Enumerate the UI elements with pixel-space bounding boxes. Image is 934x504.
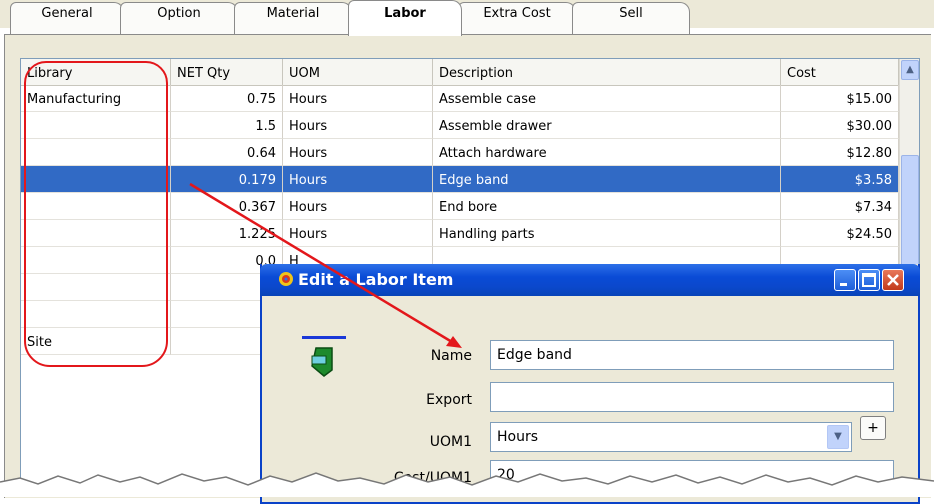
close-icon[interactable] (882, 269, 904, 291)
cell-cost: $30.00 (781, 112, 899, 139)
app-icon (279, 272, 293, 286)
cell-net-qty: 0.179 (171, 166, 283, 193)
dialog-title: Edit a Labor Item (298, 270, 454, 289)
add-uom-button[interactable]: + (860, 416, 886, 440)
column-header-uom[interactable]: UOM (283, 59, 433, 85)
cell-cost: $3.58 (781, 166, 899, 193)
tab-labor[interactable]: Labor (348, 0, 462, 36)
name-field[interactable]: Edge band (490, 340, 894, 370)
cell-library (21, 220, 171, 247)
tab-material[interactable]: Material (234, 2, 352, 34)
uom1-select[interactable]: Hours ▼ (490, 422, 852, 452)
column-header-net-qty[interactable]: NET Qty (171, 59, 283, 85)
cell-description: Handling parts (433, 220, 781, 247)
cell-description: Attach hardware (433, 139, 781, 166)
cell-library: Site (21, 328, 171, 355)
cell-cost: $24.50 (781, 220, 899, 247)
cell-library (21, 112, 171, 139)
cell-library (21, 139, 171, 166)
uom1-value: Hours (497, 429, 539, 445)
labor-item-icon (302, 336, 346, 377)
maximize-icon[interactable] (858, 269, 880, 291)
torn-edge (0, 472, 934, 497)
cell-library (21, 274, 171, 301)
table-row[interactable]: 0.367 Hours End bore $7.34 (21, 193, 899, 220)
cell-cost: $15.00 (781, 85, 899, 112)
tab-bar: General Option Material Labor Extra Cost… (0, 0, 934, 36)
cell-description: Assemble drawer (433, 112, 781, 139)
cell-description: End bore (433, 193, 781, 220)
column-header-cost[interactable]: Cost (781, 59, 899, 85)
cell-net-qty: 0.75 (171, 85, 283, 112)
dropdown-arrow-icon[interactable]: ▼ (827, 425, 849, 449)
cell-cost: $12.80 (781, 139, 899, 166)
cell-uom: Hours (283, 85, 433, 112)
tab-extra-cost[interactable]: Extra Cost (458, 2, 576, 34)
cell-net-qty: 1.225 (171, 220, 283, 247)
dialog-titlebar[interactable]: Edit a Labor Item (260, 264, 920, 296)
table-row[interactable]: 0.179 Hours Edge band $3.58 (21, 166, 899, 193)
cell-uom: Hours (283, 193, 433, 220)
table-row[interactable]: 1.225 Hours Handling parts $24.50 (21, 220, 899, 247)
tab-general[interactable]: General (10, 2, 124, 34)
export-label: Export (426, 392, 472, 408)
column-header-library[interactable]: Library (21, 59, 171, 85)
cell-cost: $7.34 (781, 193, 899, 220)
table-row[interactable]: Manufacturing 0.75 Hours Assemble case $15.0… (21, 85, 899, 112)
name-label: Name (430, 348, 472, 364)
table-row[interactable]: 0.64 Hours Attach hardware $12.80 (21, 139, 899, 166)
cell-net-qty: 0.64 (171, 139, 283, 166)
tab-sell[interactable]: Sell (572, 2, 690, 34)
cell-library (21, 247, 171, 274)
table-row[interactable]: 1.5 Hours Assemble drawer $30.00 (21, 112, 899, 139)
export-field[interactable] (490, 382, 894, 412)
column-header-description[interactable]: Description (433, 59, 781, 85)
cell-library (21, 166, 171, 193)
cell-uom: Hours (283, 220, 433, 247)
grid-header: Library NET Qty UOM Description Cost (21, 59, 899, 86)
cell-net-qty: 1.5 (171, 112, 283, 139)
cell-library: Manufacturing (21, 85, 171, 112)
tab-option[interactable]: Option (120, 2, 238, 34)
cell-library (21, 193, 171, 220)
cell-uom: Hours (283, 139, 433, 166)
cell-uom: Hours (283, 166, 433, 193)
cell-description: Assemble case (433, 85, 781, 112)
minimize-icon[interactable] (834, 269, 856, 291)
cell-uom: Hours (283, 112, 433, 139)
uom1-label: UOM1 (429, 434, 472, 450)
cell-library (21, 301, 171, 328)
scroll-up-icon[interactable]: ▲ (901, 60, 919, 80)
cell-net-qty: 0.367 (171, 193, 283, 220)
cell-description: Edge band (433, 166, 781, 193)
